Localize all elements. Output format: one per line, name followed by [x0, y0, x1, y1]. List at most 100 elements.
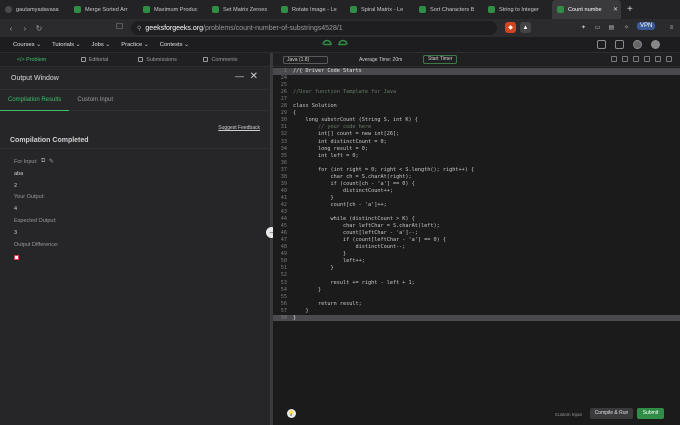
tab-submissions[interactable]: Submissions: [126, 57, 189, 63]
code-line: 41 }: [273, 195, 680, 202]
copy-code-icon[interactable]: [611, 56, 617, 62]
extensions-icon[interactable]: ✦: [578, 22, 589, 33]
average-time: Average Time: 20m: [359, 57, 403, 63]
theme-toggle-icon[interactable]: [633, 40, 642, 49]
new-tab-icon[interactable]: +: [627, 4, 633, 15]
tab-editorial[interactable]: Editorial: [63, 57, 126, 63]
bookmark-icon[interactable]: ☐: [116, 22, 123, 31]
notifications-icon[interactable]: [615, 40, 624, 49]
reload-icon[interactable]: ↻: [32, 24, 46, 33]
code-line: 58}: [273, 314, 680, 322]
gfg-favicon-icon: [281, 6, 288, 13]
browser-tab[interactable]: Sort Characters B: [414, 0, 483, 19]
search-icon[interactable]: [597, 40, 606, 49]
code-line-text: if (count[ch - 'a'] == 0) {: [293, 180, 415, 187]
tab-close-icon[interactable]: ✕: [613, 6, 618, 13]
line-number: 56: [280, 300, 287, 307]
code-line-text: result += right - left + 1;: [293, 279, 415, 286]
code-line-text: int[] count = new int[26];: [293, 131, 400, 138]
browser-tab[interactable]: Set Matrix Zeroes: [207, 0, 276, 19]
browser-tab[interactable]: Spiral Matrix - Le: [345, 0, 414, 19]
timer-label: Start Timer: [428, 56, 453, 62]
site-nav-item[interactable]: Contests ⌄: [160, 42, 189, 48]
code-line: 33 int distinctCount = 0;: [273, 139, 680, 146]
theme-icon[interactable]: [655, 56, 661, 62]
close-icon[interactable]: ✕: [250, 71, 258, 82]
line-number: 53: [280, 279, 287, 286]
site-nav-item[interactable]: Practice ⌄: [121, 42, 148, 48]
reset-icon[interactable]: [644, 56, 650, 62]
code-line-text: count[ch - 'a']++;: [293, 201, 387, 208]
start-timer-button[interactable]: Start Timer: [423, 55, 458, 64]
browser-tab-label: String to Integer: [499, 6, 539, 13]
code-editor-panel: Java (1.8) Average Time: 20m Start Timer…: [273, 53, 680, 425]
comments-icon: [203, 57, 209, 62]
more-icon[interactable]: [666, 56, 672, 62]
brave-rewards-icon[interactable]: ▲: [520, 22, 531, 33]
suggest-feedback-link[interactable]: Suggest Feedback: [218, 125, 260, 131]
code-line: 38 char ch = S.charAt(right);: [273, 174, 680, 181]
line-number: 39: [280, 180, 287, 187]
browser-tab[interactable]: String to Integer: [483, 0, 552, 19]
forward-arrow-icon[interactable]: ›: [18, 24, 32, 33]
line-number: 32: [280, 131, 287, 138]
code-line-text: // your code here: [293, 124, 372, 131]
leo-ai-icon[interactable]: ✧: [621, 22, 632, 33]
header-icons: [597, 40, 660, 49]
browser-tab[interactable]: Count numbe ✕: [552, 0, 621, 19]
browser-tab[interactable]: Merge Sorted Arr: [69, 0, 138, 19]
tab-comments[interactable]: Comments: [189, 57, 252, 63]
browser-tab[interactable]: gautamyadavasa: [0, 0, 69, 19]
tab-problem-label: </> Problem: [16, 56, 47, 63]
code-area[interactable]: 1 //{ Driver Code Starts 24 25 26 //User func…: [273, 68, 680, 338]
settings-icon[interactable]: [633, 56, 639, 62]
browser-tab[interactable]: Maximum Produc: [138, 0, 207, 19]
submissions-icon: [138, 57, 144, 62]
browser-tab-label: Rotate Image - Le: [292, 6, 337, 13]
browser-tab[interactable]: Rotate Image - Le: [276, 0, 345, 19]
copy-icon[interactable]: ⧉: [41, 158, 45, 165]
wallet-icon[interactable]: ▤: [606, 22, 617, 33]
site-nav-item[interactable]: Jobs ⌄: [92, 42, 111, 48]
language-select[interactable]: Java (1.8): [283, 56, 328, 64]
tab-custom-input[interactable]: Custom Input: [69, 90, 121, 111]
back-arrow-icon[interactable]: ‹: [4, 24, 18, 33]
fullscreen-icon[interactable]: [622, 56, 628, 62]
brave-shield-icon[interactable]: ◆: [505, 22, 516, 33]
sidebar-icon[interactable]: ▭: [592, 22, 603, 33]
menu-icon[interactable]: ≡: [666, 22, 677, 33]
code-line-text: class Solution: [293, 103, 337, 110]
code-line: 54 }: [273, 287, 680, 294]
line-number: 47: [280, 237, 287, 244]
gfg-favicon-icon: [350, 6, 357, 13]
line-number: 52: [280, 272, 287, 279]
your-output-value: 4: [14, 206, 18, 212]
submit-button[interactable]: Submit: [637, 408, 664, 419]
code-line: 48 distinctCount--;: [273, 244, 680, 251]
site-header: Courses ⌄ Tutorials ⌄ Jobs ⌄ Practice ⌄ Cont…: [0, 37, 680, 53]
code-line-text: }: [293, 251, 347, 258]
result-details: For Input: ⧉ ✎ aba 2 Your Output: 4 Expe…: [0, 148, 270, 278]
site-nav-item[interactable]: Tutorials ⌄: [52, 42, 80, 48]
browser-tab-label: Spiral Matrix - Le: [361, 6, 404, 13]
code-line: 43: [273, 209, 680, 216]
site-nav-item[interactable]: Courses ⌄: [13, 42, 41, 48]
minimize-icon[interactable]: —: [235, 71, 244, 81]
compile-run-button[interactable]: Compile & Run: [590, 408, 633, 419]
hint-bulb-icon[interactable]: 💡: [287, 409, 296, 418]
tab-problem[interactable]: </> Problem: [0, 57, 63, 63]
code-line-text: distinctCount--;: [293, 244, 406, 251]
output-window-title: Output Window: [11, 74, 59, 82]
gfg-logo-icon[interactable]: [320, 38, 350, 51]
vpn-button[interactable]: VPN: [637, 22, 656, 30]
code-line-text: //User function Template for Java: [293, 89, 397, 96]
address-bar[interactable]: ⚲ geeksforgeeks.org/problems/count-numbe…: [131, 21, 497, 35]
code-line: 35 int left = 0;: [273, 153, 680, 160]
avatar[interactable]: [651, 40, 660, 49]
edit-icon[interactable]: ✎: [49, 158, 54, 165]
code-line: 50 left++;: [273, 258, 680, 265]
tab-compilation-results[interactable]: Compilation Results: [0, 90, 70, 111]
custom-input-toggle[interactable]: Custom Input: [555, 412, 582, 417]
compilation-status: Compilation Completed: [10, 137, 89, 144]
gfg-favicon-icon: [74, 6, 81, 13]
